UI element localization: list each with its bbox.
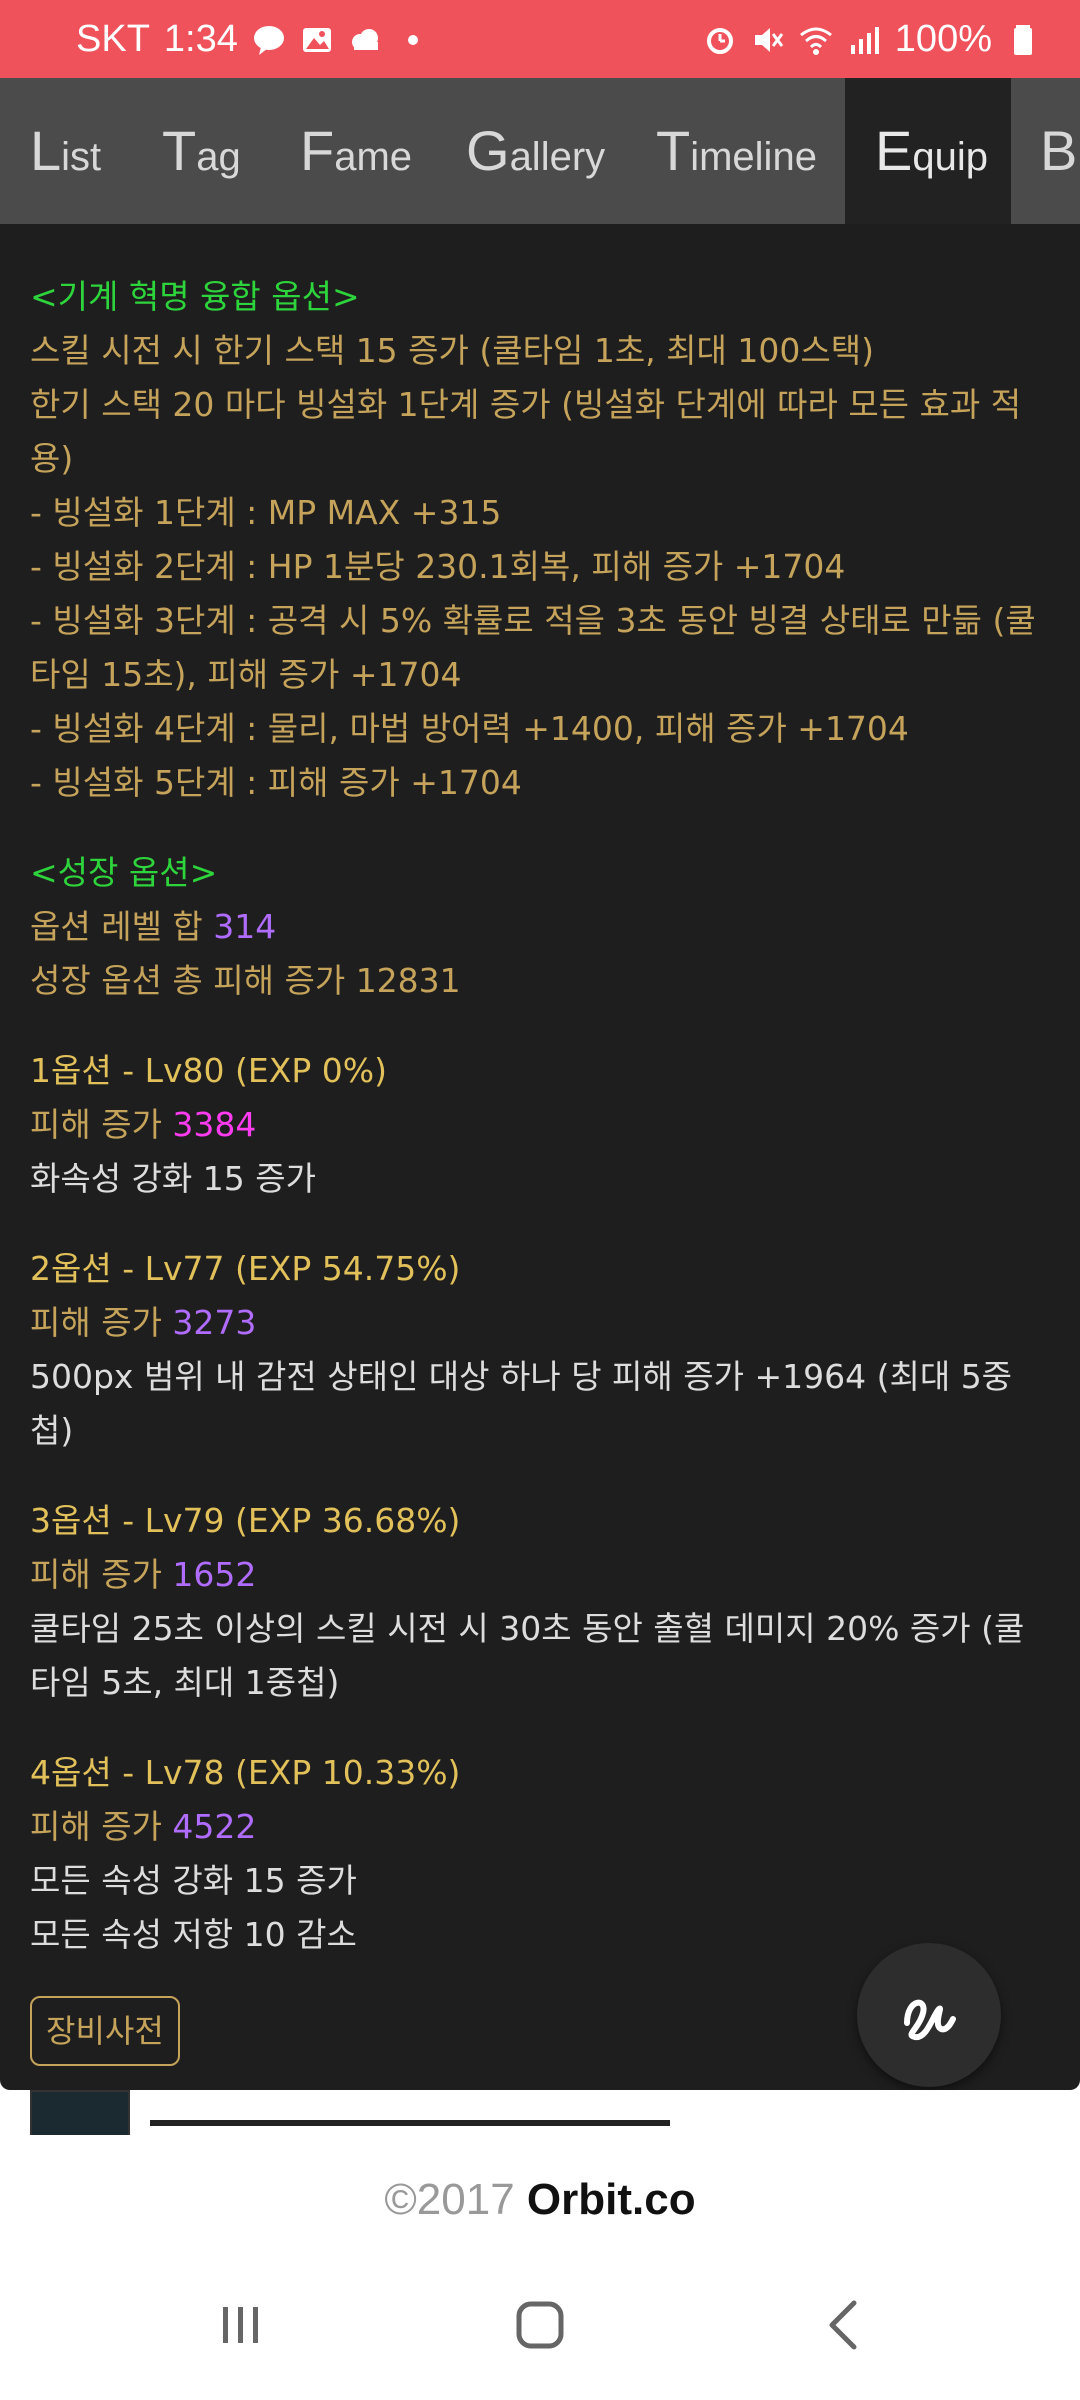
tab-equip[interactable]: Equip xyxy=(845,78,1011,224)
tab-gallery-rest: allery xyxy=(509,135,606,179)
option-damage-label: 피해 증가 xyxy=(30,1303,173,1342)
tab-fame-cap: F xyxy=(300,119,335,182)
fusion-line: - 빙설화 2단계 : HP 1분당 230.1회복, 피해 증가 +1704 xyxy=(30,547,846,586)
option-title: 2옵션 - Lv77 (EXP 54.75%) xyxy=(30,1249,461,1288)
battery-icon xyxy=(1014,24,1032,55)
fusion-line: - 빙설화 5단계 : 피해 증가 +1704 xyxy=(30,763,522,802)
tab-list-cap: L xyxy=(30,119,62,182)
back-icon[interactable] xyxy=(814,2295,874,2355)
option-damage: 피해 증가 3384 xyxy=(30,1098,1040,1152)
status-bar: SKT 1:34 100% xyxy=(0,0,1080,78)
status-right: 100% xyxy=(703,18,1040,61)
tab-list-rest: ist xyxy=(61,135,102,179)
tab-timeline-rest: imeline xyxy=(690,135,817,179)
battery-percent: 100% xyxy=(894,18,992,60)
gallery-icon xyxy=(302,27,331,52)
option-damage-value: 1652 xyxy=(172,1555,257,1594)
tab-timeline-cap: T xyxy=(656,119,691,182)
footer-text: ©2017 Orbit.co xyxy=(0,2175,1080,2225)
wifi-icon xyxy=(799,27,832,55)
tab-b-cap: B xyxy=(1040,119,1078,182)
clock: 1:34 xyxy=(163,18,238,60)
equip-options-content: <기계 혁명 융합 옵션> 스킬 시전 시 한기 스택 15 증가 (쿨타임 1… xyxy=(30,270,1040,1962)
tab-equip-cap: E xyxy=(875,119,913,182)
tab-list[interactable]: List xyxy=(30,78,101,224)
option-level-sum-value: 314 xyxy=(213,907,277,946)
fusion-line: - 빙설화 1단계 : MP MAX +315 xyxy=(30,493,502,532)
tab-bar: List Tag Fame Gallery Timeline Equip B xyxy=(0,78,1080,224)
item-thumbnail xyxy=(30,2090,130,2135)
dot-icon xyxy=(407,34,418,45)
copyright: ©2017 xyxy=(384,2175,527,2224)
option-damage: 피해 증가 3273 xyxy=(30,1296,1040,1350)
tab-gallery-cap: G xyxy=(466,119,510,182)
option-title: 4옵션 - Lv78 (EXP 10.33%) xyxy=(30,1753,461,1792)
tab-tag-rest: ag xyxy=(196,135,241,179)
recents-icon[interactable] xyxy=(211,2295,271,2355)
option-level-sum-label: 옵션 레벨 합 xyxy=(30,907,214,946)
tab-timeline[interactable]: Timeline xyxy=(656,78,817,224)
tab-gallery[interactable]: Gallery xyxy=(466,78,605,224)
home-icon[interactable] xyxy=(510,2295,570,2355)
option-desc: 500px 범위 내 감전 상태인 대상 하나 당 피해 증가 +1964 (최… xyxy=(30,1357,1013,1450)
talk-icon xyxy=(253,25,284,55)
alarm-icon xyxy=(706,27,733,54)
tab-tag[interactable]: Tag xyxy=(162,78,241,224)
growth-header: <성장 옵션> xyxy=(30,853,218,892)
fusion-line: - 빙설화 3단계 : 공격 시 5% 확률로 적을 3초 동안 빙결 상태로 … xyxy=(30,601,1036,694)
cloud-icon xyxy=(351,28,378,50)
carrier-label: SKT xyxy=(76,18,150,60)
equip-detail-panel: <기계 혁명 융합 옵션> 스킬 시전 시 한기 스택 15 증가 (쿨타임 1… xyxy=(0,224,1080,2090)
script-icon xyxy=(904,1999,956,2040)
floating-action-button[interactable] xyxy=(857,1943,1001,2087)
option-damage: 피해 증가 1652 xyxy=(30,1548,1040,1602)
option-damage-label: 피해 증가 xyxy=(30,1555,173,1594)
brand-name[interactable]: Orbit.co xyxy=(527,2175,696,2224)
tab-b[interactable]: B xyxy=(1040,78,1077,224)
option-damage-label: 피해 증가 xyxy=(30,1807,173,1846)
equip-dictionary-button[interactable]: 장비사전 xyxy=(30,1996,180,2066)
tab-fame[interactable]: Fame xyxy=(300,78,412,224)
fusion-line: 스킬 시전 시 한기 스택 15 증가 (쿨타임 1초, 최대 100스택) xyxy=(30,331,874,370)
growth-total-damage: 성장 옵션 총 피해 증가 12831 xyxy=(30,961,461,1000)
mute-icon xyxy=(754,27,783,52)
fusion-header: <기계 혁명 융합 옵션> xyxy=(30,277,360,316)
option-title: 1옵션 - Lv80 (EXP 0%) xyxy=(30,1051,387,1090)
option-desc: 모든 속성 강화 15 증가 xyxy=(30,1861,357,1900)
tab-fame-rest: ame xyxy=(334,135,413,179)
tab-equip-rest: quip xyxy=(912,135,988,179)
tab-tag-cap: T xyxy=(162,119,197,182)
option-title: 3옵션 - Lv79 (EXP 36.68%) xyxy=(30,1501,461,1540)
option-level-sum: 옵션 레벨 합 314 xyxy=(30,900,1040,954)
signal-icon xyxy=(850,26,879,54)
option-damage-value: 3273 xyxy=(172,1303,257,1342)
partial-list-item xyxy=(0,2090,1080,2135)
fusion-line: 한기 스택 20 마다 빙설화 1단계 증가 (빙설화 단계에 따라 모든 효과… xyxy=(30,385,1022,478)
option-damage: 피해 증가 4522 xyxy=(30,1800,1040,1854)
option-damage-value: 4522 xyxy=(172,1807,257,1846)
system-nav-bar xyxy=(0,2255,1080,2400)
option-damage-value: 3384 xyxy=(172,1105,257,1144)
option-desc: 쿨타임 25초 이상의 스킬 시전 시 30초 동안 출혈 데미지 20% 증가… xyxy=(30,1609,1025,1702)
status-left: SKT 1:34 xyxy=(76,18,430,61)
footer: ©2017 Orbit.co xyxy=(0,2135,1080,2255)
option-desc: 화속성 강화 15 증가 xyxy=(30,1159,316,1198)
item-title-clipped xyxy=(150,2090,670,2126)
option-damage-label: 피해 증가 xyxy=(30,1105,173,1144)
fusion-line: - 빙설화 4단계 : 물리, 마법 방어력 +1400, 피해 증가 +170… xyxy=(30,709,909,748)
